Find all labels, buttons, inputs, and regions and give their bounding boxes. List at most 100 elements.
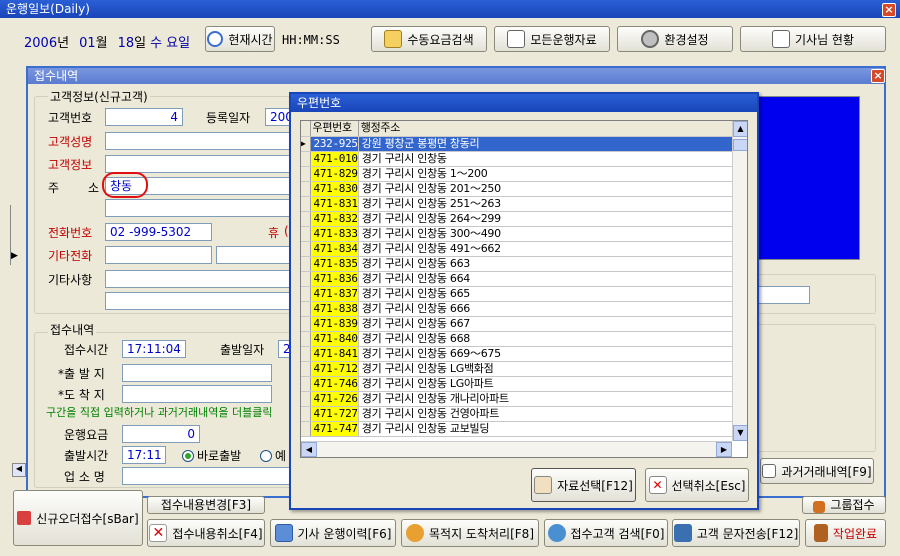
work-complete-button[interactable]: 작업완료 <box>805 519 886 547</box>
history-button[interactable]: 과거거래내역[F9] <box>760 458 874 484</box>
new-order-button[interactable]: 신규오더접수[sBar] <box>13 490 143 546</box>
customer-no-field[interactable]: 4 <box>105 108 183 126</box>
scroll-right-arrow-icon[interactable]: ▶ <box>716 442 732 457</box>
postal-code-cell[interactable]: 471-712 <box>310 361 359 377</box>
select-data-button[interactable]: 자료선택[F12] <box>531 468 636 502</box>
postal-code-cell[interactable]: 471-840 <box>310 331 359 347</box>
address-cell[interactable]: 경기 구리시 인창동 <box>358 151 733 167</box>
scroll-left-arrow-icon[interactable]: ◀ <box>301 442 317 457</box>
customer-name-field[interactable] <box>105 132 292 150</box>
address-cell[interactable]: 경기 구리시 인창동 건영아파트 <box>358 406 733 422</box>
depart-time-field[interactable]: 17:11 <box>122 446 166 464</box>
send-message-button[interactable]: 고객 문자전송[F12] <box>672 519 800 547</box>
postal-code-cell[interactable]: 471-832 <box>310 211 359 227</box>
address-cell[interactable]: 경기 구리시 인창동 교보빌딩 <box>358 421 733 437</box>
postal-table-row[interactable]: 471-726 경기 구리시 인창동 개나리아파트 <box>301 391 733 407</box>
postal-table-row[interactable]: 471-840 경기 구리시 인창동 668 <box>301 331 733 347</box>
customer-search-button[interactable]: 접수고객 검색[F0] <box>544 519 668 547</box>
postal-code-cell[interactable]: 471-829 <box>310 166 359 182</box>
address-cell[interactable]: 경기 구리시 인창동 1～200 <box>358 166 733 182</box>
phone-field[interactable]: 02 -999-5302 <box>105 223 212 241</box>
address-cell[interactable]: 경기 구리시 인창동 251～263 <box>358 196 733 212</box>
postal-code-cell[interactable]: 471-838 <box>310 301 359 317</box>
business-field[interactable] <box>122 467 292 485</box>
postal-table-row[interactable]: 471-830 경기 구리시 인창동 201～250 <box>301 181 733 197</box>
postal-code-cell[interactable]: 471-830 <box>310 181 359 197</box>
address-cell[interactable]: 경기 구리시 인창동 300～490 <box>358 226 733 242</box>
group-reception-button[interactable]: 그룹접수 <box>802 496 886 514</box>
address-cell[interactable]: 경기 구리시 인창동 LG백화점 <box>358 361 733 377</box>
address-cell[interactable]: 경기 구리시 인창동 LG아파트 <box>358 376 733 392</box>
address-cell[interactable]: 경기 구리시 인창동 669～675 <box>358 346 733 362</box>
postal-table-row[interactable]: 471-747 경기 구리시 인창동 교보빌딩 <box>301 421 733 437</box>
fare-field[interactable]: 0 <box>122 425 200 443</box>
postal-code-cell[interactable]: 471-833 <box>310 226 359 242</box>
postal-table-row[interactable]: 471-746 경기 구리시 인창동 LG아파트 <box>301 376 733 392</box>
postal-vertical-scrollbar[interactable]: ▲ ▼ <box>732 121 747 441</box>
address-cell[interactable]: 경기 구리시 인창동 665 <box>358 286 733 302</box>
postal-code-cell[interactable]: 471-010 <box>310 151 359 167</box>
cancel-selection-button[interactable]: ✕ 선택취소[Esc] <box>645 468 749 502</box>
postal-code-cell[interactable]: 471-839 <box>310 316 359 332</box>
toolbar-button-driver-status[interactable]: 기사님 현황 <box>740 26 886 52</box>
postal-code-cell[interactable]: 471-747 <box>310 421 359 437</box>
grid-header-address[interactable]: 행정주소 <box>358 121 733 137</box>
edit-reception-button[interactable]: 접수내용변경[F3] <box>147 496 265 514</box>
postal-code-cell[interactable]: 232-925 <box>310 136 359 152</box>
arrival-process-button[interactable]: 목적지 도착처리[F8] <box>401 519 539 547</box>
address-cell[interactable]: 경기 구리시 인창동 264～299 <box>358 211 733 227</box>
toolbar-button-manual-fare[interactable]: 수동요금검색 <box>371 26 487 52</box>
toolbar-button-settings[interactable]: 환경설정 <box>617 26 733 52</box>
postal-code-cell[interactable]: 471-837 <box>310 286 359 302</box>
postal-code-cell[interactable]: 471-746 <box>310 376 359 392</box>
postal-code-cell[interactable]: 471-831 <box>310 196 359 212</box>
background-scroll-left[interactable]: ◀ <box>12 463 26 477</box>
right-notes-field[interactable] <box>754 286 810 304</box>
toolbar-button-all-records[interactable]: 모든운행자료 <box>494 26 610 52</box>
postal-table-row[interactable]: 471-831 경기 구리시 인창동 251～263 <box>301 196 733 212</box>
reception-time-field[interactable]: 17:11:04 <box>122 340 186 358</box>
postal-code-cell[interactable]: 471-727 <box>310 406 359 422</box>
postal-table-row[interactable]: 471-839 경기 구리시 인창동 667 <box>301 316 733 332</box>
postal-table-row[interactable]: 471-829 경기 구리시 인창동 1～200 <box>301 166 733 182</box>
reg-date-field[interactable]: 200 <box>265 108 292 126</box>
scroll-thumb[interactable] <box>733 139 747 151</box>
postal-table-row[interactable]: 471-838 경기 구리시 인창동 666 <box>301 301 733 317</box>
grid-header-code[interactable]: 우편번호 <box>310 121 359 137</box>
main-close-button[interactable]: × <box>882 3 896 17</box>
scroll-up-arrow-icon[interactable]: ▲ <box>733 121 747 137</box>
address-cell[interactable]: 경기 구리시 인창동 668 <box>358 331 733 347</box>
origin-field[interactable] <box>122 364 272 382</box>
reception-close-button[interactable]: × <box>871 69 885 83</box>
postal-table-row[interactable]: 471-833 경기 구리시 인창동 300～490 <box>301 226 733 242</box>
postal-table-row[interactable]: 471-835 경기 구리시 인창동 663 <box>301 256 733 272</box>
driver-history-button[interactable]: 기사 운행이력[F6] <box>270 519 396 547</box>
address-cell[interactable]: 경기 구리시 인창동 491～662 <box>358 241 733 257</box>
other-phone-field-2[interactable] <box>216 246 292 264</box>
postal-horizontal-scrollbar[interactable]: ◀ ▶ <box>301 441 732 457</box>
postal-code-cell[interactable]: 471-841 <box>310 346 359 362</box>
address-cell[interactable]: 경기 구리시 인창동 개나리아파트 <box>358 391 733 407</box>
scroll-down-arrow-icon[interactable]: ▼ <box>733 425 747 441</box>
address-detail-field[interactable] <box>105 199 292 217</box>
address-cell[interactable]: 경기 구리시 인창동 201～250 <box>358 181 733 197</box>
address-cell[interactable]: 경기 구리시 인창동 667 <box>358 316 733 332</box>
other-phone-field-1[interactable] <box>105 246 212 264</box>
postal-table-row[interactable]: 471-841 경기 구리시 인창동 669～675 <box>301 346 733 362</box>
radio-reserve[interactable]: 예 <box>260 447 286 464</box>
current-time-button[interactable]: 현재시간 <box>205 26 275 52</box>
postal-table-row[interactable]: 471-832 경기 구리시 인창동 264～299 <box>301 211 733 227</box>
address-cell[interactable]: 경기 구리시 인창동 663 <box>358 256 733 272</box>
address-cell[interactable]: 경기 구리시 인창동 666 <box>358 301 733 317</box>
postal-table-row[interactable]: 471-010 경기 구리시 인창동 <box>301 151 733 167</box>
postal-code-cell[interactable]: 471-726 <box>310 391 359 407</box>
other-notes-field-1[interactable] <box>105 270 292 288</box>
destination-field[interactable] <box>122 385 272 403</box>
customer-info-field[interactable] <box>105 155 292 173</box>
postal-table-row[interactable]: ▶ 232-925 강원 평창군 봉평면 창동리 <box>301 136 733 152</box>
radio-depart-now[interactable]: 바로출발 <box>182 447 241 464</box>
address-cell[interactable]: 경기 구리시 인창동 664 <box>358 271 733 287</box>
postal-table-row[interactable]: 471-712 경기 구리시 인창동 LG백화점 <box>301 361 733 377</box>
postal-code-cell[interactable]: 471-836 <box>310 271 359 287</box>
postal-table-row[interactable]: 471-727 경기 구리시 인창동 건영아파트 <box>301 406 733 422</box>
